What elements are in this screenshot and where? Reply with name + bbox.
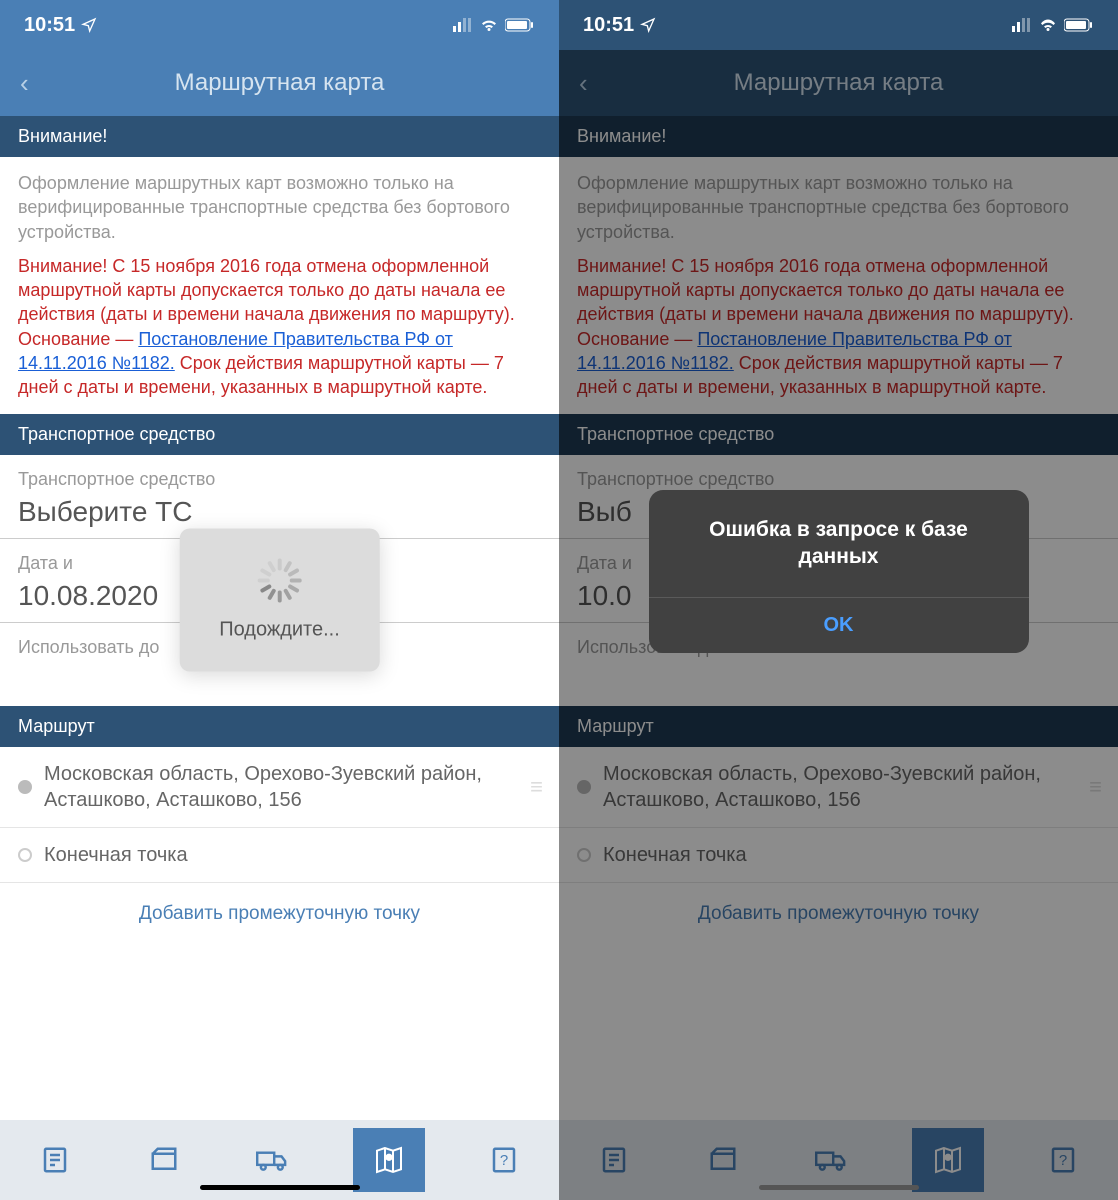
svg-text:?: ? bbox=[500, 1152, 508, 1169]
warning-gray: Оформление маршрутных карт возможно толь… bbox=[577, 171, 1100, 244]
start-marker-icon bbox=[18, 780, 32, 794]
nav-title: Маршрутная карта bbox=[559, 69, 1118, 97]
tab-wallet[interactable] bbox=[134, 1132, 194, 1188]
status-bar: 10:51 bbox=[559, 0, 1118, 50]
warning-box: Оформление маршрутных карт возможно толь… bbox=[559, 157, 1118, 414]
svg-text:?: ? bbox=[1059, 1152, 1067, 1169]
warning-red: Внимание! С 15 ноября 2016 года отмена о… bbox=[577, 254, 1100, 400]
status-time: 10:51 bbox=[583, 14, 656, 37]
route-start[interactable]: Московская область, Орехово-Зуевский рай… bbox=[0, 747, 559, 828]
loading-toast: Подождите... bbox=[179, 529, 380, 672]
route-end-text: Конечная точка bbox=[603, 842, 1100, 868]
route-header: Маршрут bbox=[0, 706, 559, 747]
status-bar: 10:51 bbox=[0, 0, 559, 50]
warning-gray: Оформление маршрутных карт возможно толь… bbox=[18, 171, 541, 244]
status-icons bbox=[1012, 18, 1094, 32]
reorder-icon[interactable]: ≡ bbox=[1089, 774, 1100, 800]
alert-ok-button[interactable]: OK bbox=[649, 597, 1029, 653]
end-marker-icon bbox=[577, 848, 591, 862]
nav-title: Маршрутная карта bbox=[0, 69, 559, 97]
vehicle-label: Транспортное средство bbox=[577, 469, 1100, 490]
spinner-icon bbox=[257, 559, 301, 603]
start-marker-icon bbox=[577, 780, 591, 794]
location-icon bbox=[81, 17, 97, 33]
route-end[interactable]: Конечная точка bbox=[559, 828, 1118, 883]
route-start-text: Московская область, Орехово-Зуевский рай… bbox=[603, 761, 1077, 813]
vehicle-label: Транспортное средство bbox=[18, 469, 541, 490]
tab-docs[interactable] bbox=[25, 1132, 85, 1188]
add-waypoint-link[interactable]: Добавить промежуточную точку bbox=[0, 883, 559, 945]
wifi-icon bbox=[1038, 18, 1058, 32]
status-icons bbox=[453, 18, 535, 32]
nav-bar: ‹ Маршрутная карта bbox=[559, 50, 1118, 116]
vehicle-value: Выберите ТС bbox=[18, 496, 541, 528]
route-end[interactable]: Конечная точка bbox=[0, 828, 559, 883]
tab-map[interactable] bbox=[912, 1128, 984, 1192]
warning-box: Оформление маршрутных карт возможно толь… bbox=[0, 157, 559, 414]
error-alert: Ошибка в запросе к базе данных OK bbox=[649, 490, 1029, 653]
status-time: 10:51 bbox=[24, 14, 97, 37]
vehicle-field[interactable]: Транспортное средство Выберите ТС bbox=[0, 455, 559, 539]
route-start[interactable]: Московская область, Орехово-Зуевский рай… bbox=[559, 747, 1118, 828]
home-indicator[interactable] bbox=[200, 1185, 360, 1190]
tab-map[interactable] bbox=[353, 1128, 425, 1192]
route-end-text: Конечная точка bbox=[44, 842, 541, 868]
signal-icon bbox=[1012, 18, 1032, 32]
tab-wallet[interactable] bbox=[693, 1132, 753, 1188]
tab-help[interactable]: ? bbox=[1033, 1132, 1093, 1188]
battery-icon bbox=[505, 18, 535, 32]
home-indicator[interactable] bbox=[759, 1185, 919, 1190]
warning-red: Внимание! С 15 ноября 2016 года отмена о… bbox=[18, 254, 541, 400]
back-button[interactable]: ‹ bbox=[579, 68, 588, 99]
reorder-icon[interactable]: ≡ bbox=[530, 774, 541, 800]
tab-docs[interactable] bbox=[584, 1132, 644, 1188]
phone-left: 10:51 ‹ Маршрутная карта Внимание! Оформ… bbox=[0, 0, 559, 1200]
wifi-icon bbox=[479, 18, 499, 32]
alert-message: Ошибка в запросе к базе данных bbox=[649, 490, 1029, 597]
warning-header: Внимание! bbox=[0, 116, 559, 157]
end-marker-icon bbox=[18, 848, 32, 862]
signal-icon bbox=[453, 18, 473, 32]
route-header: Маршрут bbox=[559, 706, 1118, 747]
tab-truck[interactable] bbox=[243, 1132, 303, 1188]
nav-bar: ‹ Маршрутная карта bbox=[0, 50, 559, 116]
tab-help[interactable]: ? bbox=[474, 1132, 534, 1188]
add-waypoint-link[interactable]: Добавить промежуточную точку bbox=[559, 883, 1118, 945]
battery-icon bbox=[1064, 18, 1094, 32]
back-button[interactable]: ‹ bbox=[20, 68, 29, 99]
vehicle-header: Транспортное средство bbox=[559, 414, 1118, 455]
route-start-text: Московская область, Орехово-Зуевский рай… bbox=[44, 761, 518, 813]
warning-header: Внимание! bbox=[559, 116, 1118, 157]
phone-right: 10:51 ‹ Маршрутная карта Внимание! Оформ… bbox=[559, 0, 1118, 1200]
tab-truck[interactable] bbox=[802, 1132, 862, 1188]
location-icon bbox=[640, 17, 656, 33]
until-value bbox=[577, 664, 1100, 696]
vehicle-header: Транспортное средство bbox=[0, 414, 559, 455]
toast-text: Подождите... bbox=[219, 619, 340, 642]
